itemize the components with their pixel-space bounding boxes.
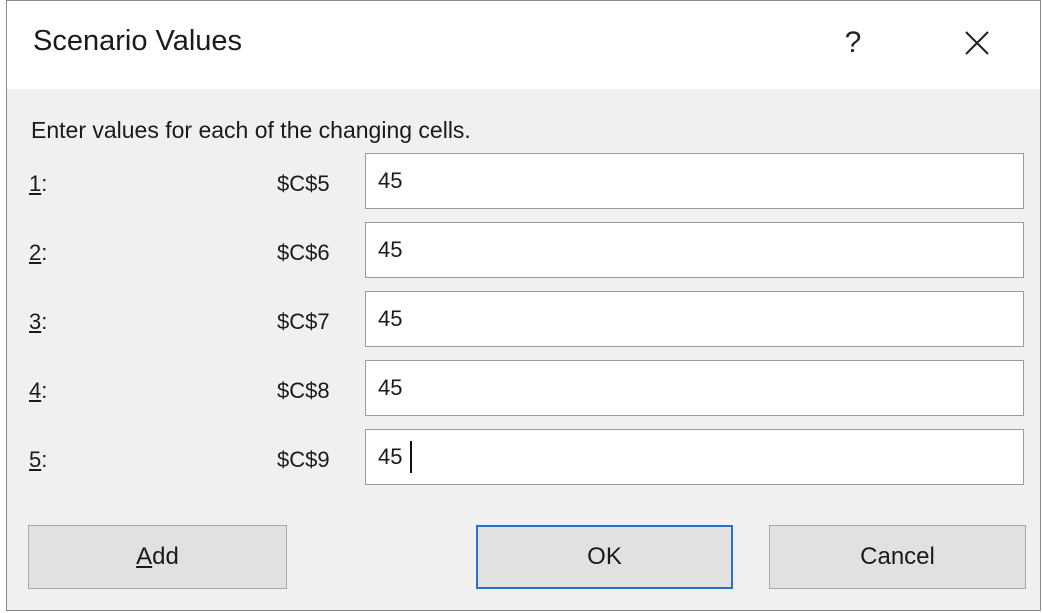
- help-button[interactable]: ?: [827, 15, 879, 71]
- title-bar: Scenario Values ?: [7, 1, 1040, 89]
- value-input-5[interactable]: [365, 429, 1024, 485]
- value-input-3[interactable]: [365, 291, 1024, 347]
- close-icon: [965, 31, 989, 55]
- value-input-1[interactable]: [365, 153, 1024, 209]
- cell-reference: $C$9: [277, 447, 330, 472]
- changing-cell-row: 2: $C$6: [7, 222, 1042, 284]
- value-input-4[interactable]: [365, 360, 1024, 416]
- changing-cell-row: 4: $C$8: [7, 360, 1042, 422]
- instruction-text: Enter values for each of the changing ce…: [31, 117, 471, 143]
- cell-reference: $C$7: [277, 309, 330, 334]
- cell-reference: $C$8: [277, 378, 330, 403]
- changing-cell-row: 5: $C$9: [7, 429, 1042, 491]
- dialog-title: Scenario Values: [33, 25, 243, 57]
- row-number-label: 2:: [29, 240, 48, 265]
- changing-cell-row: 1: $C$5: [7, 153, 1042, 215]
- cell-reference: $C$6: [277, 240, 330, 265]
- row-number-label: 4:: [29, 378, 48, 403]
- value-input-2[interactable]: [365, 222, 1024, 278]
- add-button[interactable]: Add: [28, 525, 287, 589]
- changing-cell-row: 3: $C$7: [7, 291, 1042, 353]
- cell-reference: $C$5: [277, 171, 330, 196]
- close-button[interactable]: [947, 15, 1007, 71]
- row-number-label: 5:: [29, 447, 48, 472]
- ok-button[interactable]: OK: [476, 525, 733, 589]
- row-number-label: 1:: [29, 171, 48, 196]
- text-caret: [410, 441, 412, 473]
- cancel-button[interactable]: Cancel: [769, 525, 1026, 589]
- scenario-values-dialog: Scenario Values ? Enter values for each …: [6, 0, 1041, 611]
- row-number-label: 3:: [29, 309, 48, 334]
